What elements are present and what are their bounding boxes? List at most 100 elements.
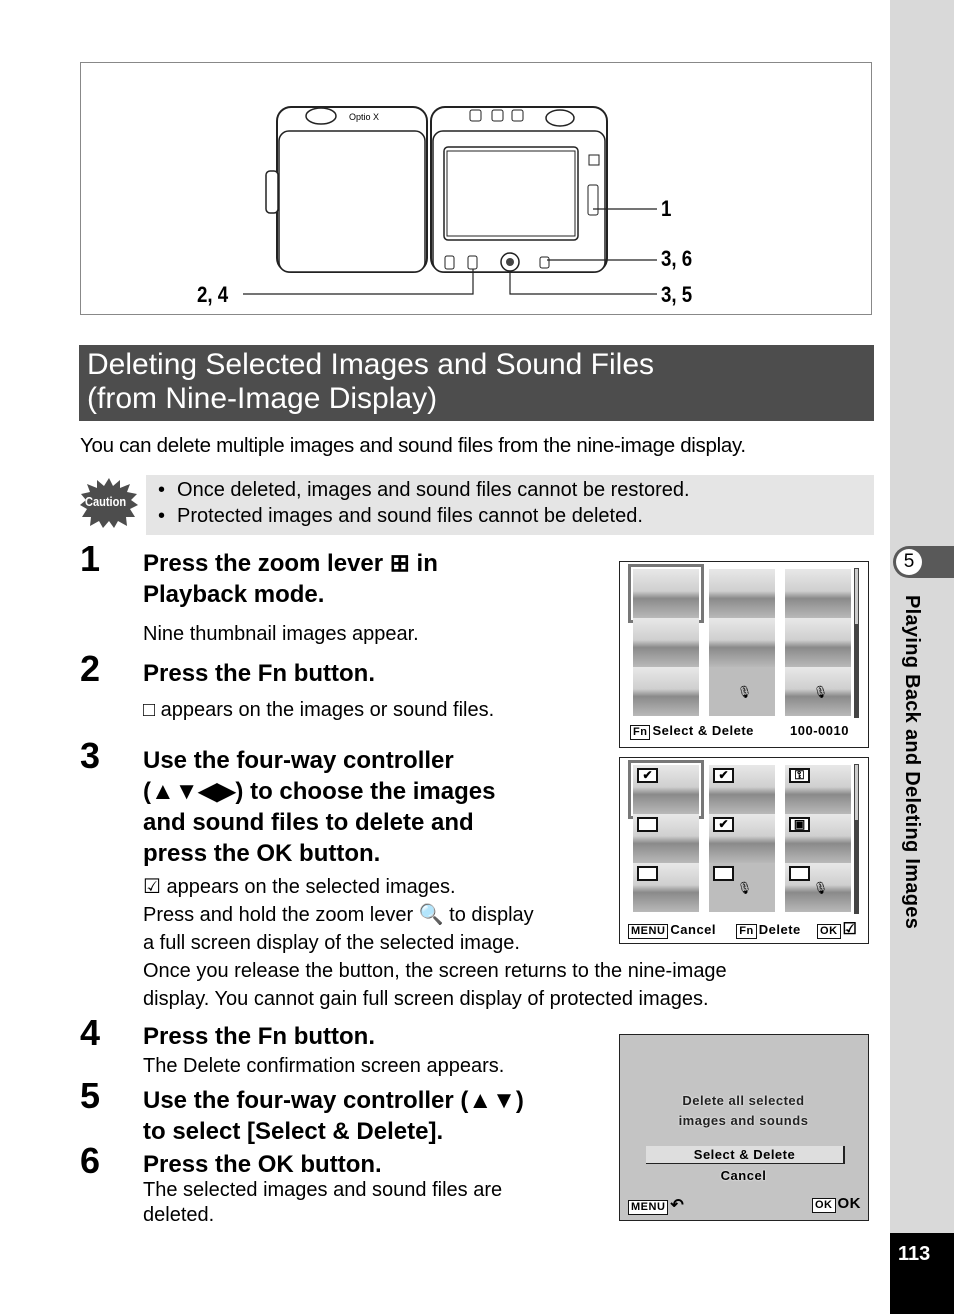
body-line: The selected images and sound files are: [143, 1179, 503, 1201]
camera-illustration: Optio X 1 3, 6 2, 4 3, 5: [80, 62, 872, 315]
thumbnail[interactable]: 🎙: [709, 667, 775, 716]
option-label: Select & Delete: [693, 1147, 796, 1162]
thumbnail[interactable]: [785, 569, 851, 618]
microphone-icon: 🎙: [737, 881, 753, 895]
body-line: deleted.: [143, 1204, 215, 1226]
section-title-line2: (from Nine-Image Display): [87, 382, 438, 415]
cancel-label: Cancel: [670, 922, 717, 937]
caution-icon: Caution: [80, 478, 138, 528]
callout-3-5: 3, 5: [661, 282, 693, 307]
body-line: Once you release the button, the screen …: [143, 960, 727, 982]
caution-label: Caution: [85, 494, 127, 509]
step-number: 1: [80, 538, 101, 579]
back-icon: ↶: [670, 1197, 685, 1214]
caution-item: Protected images and sound files cannot …: [158, 503, 874, 529]
chapter-title: Playing Back and Deleting Images: [901, 595, 923, 930]
fn-key: Fn: [630, 725, 651, 740]
thumbnail[interactable]: [633, 618, 699, 667]
thumbnail[interactable]: [709, 569, 775, 618]
select-checkbox[interactable]: [637, 866, 658, 881]
thumbnail[interactable]: 🎙: [709, 863, 775, 912]
thumbnail[interactable]: [785, 618, 851, 667]
step-title-line: to select [Select & Delete].: [143, 1118, 444, 1145]
option-select-delete[interactable]: Select & Delete: [646, 1146, 845, 1164]
step-number: 2: [80, 648, 101, 689]
step-2-body: □ appears on the images or sound files.: [143, 699, 495, 721]
callout-1: 1: [661, 196, 672, 221]
thumbnail[interactable]: 🎙: [785, 667, 851, 716]
thumbnail[interactable]: 🎙: [785, 863, 851, 912]
callout-3-6: 3, 6: [661, 246, 693, 271]
ok-key: OK: [812, 1198, 836, 1213]
microphone-icon: 🎙: [737, 685, 753, 699]
step-title-line: Playback mode.: [143, 581, 325, 608]
step-1-body: Nine thumbnail images appear.: [143, 623, 419, 645]
select-checkbox[interactable]: ✔: [637, 768, 658, 783]
step-1-title: Press the zoom lever ⊞ in Playback mode.: [143, 548, 438, 610]
thumbnail[interactable]: ✔: [628, 760, 704, 819]
thumbnail[interactable]: [633, 814, 699, 863]
select-checkbox[interactable]: ▣: [789, 817, 810, 832]
step-6-body: The selected images and sound files are …: [143, 1178, 502, 1228]
delete-label: Delete: [758, 922, 801, 937]
step-title-line: (▲▼◀▶) to choose the images: [143, 778, 496, 805]
step-4-title: Press the Fn button.: [143, 1023, 376, 1050]
lcd-footer-right: OK OK: [812, 1195, 861, 1213]
intro-text: You can delete multiple images and sound…: [80, 434, 746, 457]
microphone-icon: 🎙: [813, 685, 829, 699]
menu-key: MENU: [628, 1200, 669, 1215]
thumbnail[interactable]: ▣: [785, 814, 851, 863]
scrollbar: [854, 568, 859, 718]
thumbnail[interactable]: [633, 667, 699, 716]
thumbnail[interactable]: [628, 564, 704, 623]
step-number: 3: [80, 735, 101, 776]
ok-key: OK: [817, 924, 841, 939]
brand-label: Optio X: [349, 112, 379, 122]
option-cancel[interactable]: Cancel: [620, 1168, 867, 1183]
section-title-line1: Deleting Selected Images and Sound Files: [87, 348, 655, 381]
body-line: display. You cannot gain full screen dis…: [143, 988, 709, 1010]
confirm-message-line: images and sounds: [678, 1113, 809, 1128]
lcd-screen-nine-image: 🎙 🎙 Fn Select & Delete 100-0010: [619, 561, 869, 748]
select-checkbox[interactable]: ✔: [713, 817, 734, 832]
select-checkbox[interactable]: ✔: [713, 768, 734, 783]
step-title-line: Press the zoom lever ⊞ in: [143, 550, 438, 577]
camera-drawing: Optio X: [243, 106, 657, 295]
thumbnail[interactable]: ✔: [709, 765, 775, 814]
select-checkbox[interactable]: ⚿: [789, 768, 810, 783]
step-title-line: Use the four-way controller: [143, 747, 454, 774]
step-3-title: Use the four-way controller (▲▼◀▶) to ch…: [143, 745, 495, 869]
select-checkbox[interactable]: [789, 866, 810, 881]
microphone-icon: 🎙: [813, 881, 829, 895]
caution-item: Once deleted, images and sound files can…: [158, 477, 874, 503]
scrollbar: [854, 764, 859, 914]
lcd-footer-left: MENU ↶: [628, 1195, 684, 1215]
thumbnail[interactable]: [633, 863, 699, 912]
select-checkbox[interactable]: [713, 866, 734, 881]
page-number: 113: [898, 1243, 931, 1265]
callout-2-4: 2, 4: [197, 282, 229, 307]
step-number: 6: [80, 1140, 101, 1181]
step-title-line: and sound files to delete and: [143, 809, 474, 836]
lcd-footer: Fn Select & Delete: [630, 723, 754, 740]
confirm-message: Delete all selected images and sounds: [620, 1091, 867, 1131]
thumbnail[interactable]: ⚿: [785, 765, 851, 814]
step-title-line: Use the four-way controller (▲▼): [143, 1087, 524, 1114]
section-title: Deleting Selected Images and Sound Files…: [79, 345, 874, 421]
check-icon: ☑: [842, 921, 858, 938]
thumbnail[interactable]: [709, 618, 775, 667]
step-title-line: press the OK button.: [143, 840, 381, 867]
fn-key: Fn: [736, 924, 757, 939]
select-checkbox[interactable]: [637, 817, 658, 832]
lcd-footer: MENU Cancel Fn Delete OK ☑: [628, 919, 857, 939]
ok-label: OK: [837, 1195, 861, 1212]
caution-box: Once deleted, images and sound files can…: [146, 475, 874, 535]
thumbnail[interactable]: ✔: [709, 814, 775, 863]
file-number: 100-0010: [790, 723, 849, 738]
step-2-title: Press the Fn button.: [143, 660, 376, 687]
confirm-message-line: Delete all selected: [682, 1093, 805, 1108]
menu-key: MENU: [628, 924, 669, 939]
lcd-screen-delete-confirm: Delete all selected images and sounds Se…: [619, 1034, 869, 1221]
lcd-screen-selection: ✔ ✔ ⚿ ✔ ▣ 🎙 🎙 MENU Cancel Fn Delete OK ☑: [619, 757, 869, 944]
step-number: 5: [80, 1075, 101, 1116]
